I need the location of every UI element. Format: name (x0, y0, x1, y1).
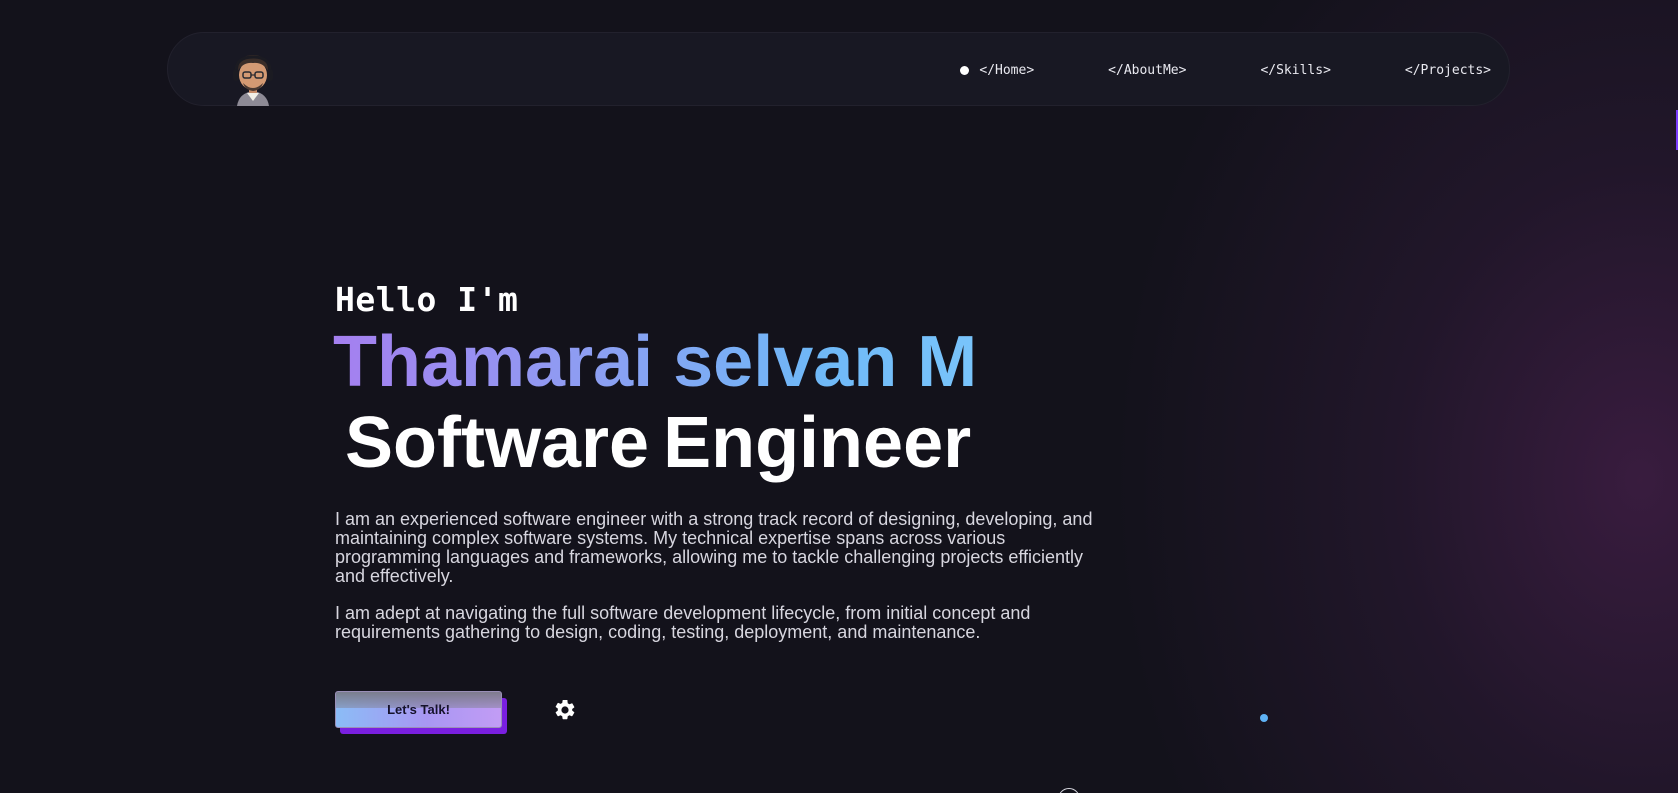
hero-role: Software Engineer (345, 403, 972, 483)
navbar: </Home> </AboutMe> </Skills> </Projects> (167, 32, 1510, 106)
avatar-icon (233, 55, 273, 106)
nav-links: </Home> </AboutMe> </Skills> </Projects> (960, 33, 1491, 107)
nav-item-label: </Projects> (1404, 62, 1491, 78)
hero-name: Thamarai selvan M (333, 322, 978, 402)
nav-item-projects[interactable]: </Projects> (1405, 63, 1491, 78)
nav-item-label: </AboutMe> (1108, 62, 1187, 78)
hero-greeting: Hello I'm (335, 280, 519, 319)
lets-talk-button[interactable]: Let's Talk! (335, 691, 502, 728)
bio-paragraph: I am an experienced software engineer wi… (335, 509, 1093, 586)
avatar[interactable] (231, 53, 275, 106)
hero-bio: I am an experienced software engineer wi… (335, 510, 1095, 660)
nav-item-label: </Skills> (1260, 62, 1331, 78)
nav-item-aboutme[interactable]: </AboutMe> (1108, 63, 1186, 78)
cta-wrapper: Let's Talk! (335, 691, 507, 734)
gear-icon[interactable] (553, 698, 577, 722)
nav-item-skills[interactable]: </Skills> (1260, 63, 1330, 78)
nav-item-label: </Home> (979, 62, 1035, 78)
bio-paragraph: I am adept at navigating the full softwa… (335, 603, 1031, 642)
decorative-dot (1260, 714, 1268, 722)
nav-item-home[interactable]: </Home> (960, 63, 1034, 78)
scroll-indicator-icon[interactable] (1058, 788, 1080, 793)
active-dot-icon (960, 65, 970, 75)
page: </Home> </AboutMe> </Skills> </Projects>… (0, 0, 1678, 793)
